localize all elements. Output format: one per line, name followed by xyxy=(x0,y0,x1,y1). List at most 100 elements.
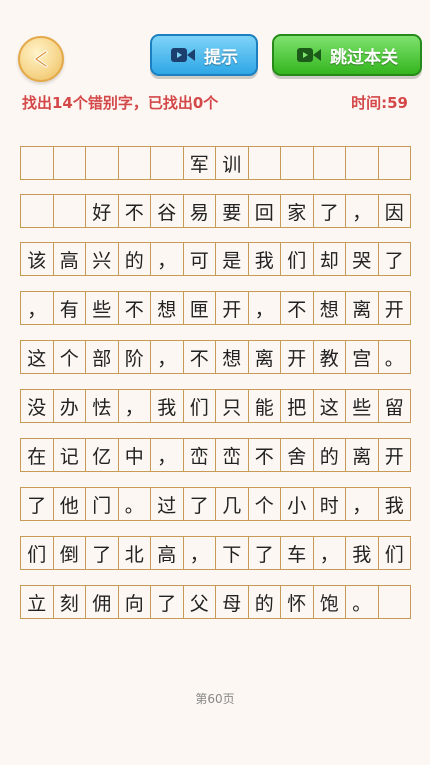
grid-cell[interactable]: 们 xyxy=(182,389,216,423)
grid-cell[interactable]: 有 xyxy=(52,291,86,325)
grid-cell[interactable]: 个 xyxy=(52,340,86,374)
grid-cell[interactable]: 不 xyxy=(280,291,314,325)
grid-cell[interactable]: 没 xyxy=(20,389,54,423)
grid-cell[interactable]: 个 xyxy=(247,487,281,521)
grid-cell[interactable] xyxy=(377,146,411,180)
grid-cell[interactable]: 记 xyxy=(52,438,86,472)
grid-cell[interactable] xyxy=(345,146,379,180)
grid-cell[interactable]: 因 xyxy=(377,194,411,228)
grid-cell[interactable]: 向 xyxy=(117,585,151,619)
grid-cell[interactable]: 把 xyxy=(280,389,314,423)
grid-cell[interactable]: 不 xyxy=(117,291,151,325)
grid-cell[interactable]: 些 xyxy=(345,389,379,423)
grid-cell[interactable]: 易 xyxy=(182,194,216,228)
grid-cell[interactable]: ， xyxy=(117,389,151,423)
grid-cell[interactable]: ， xyxy=(150,438,184,472)
grid-cell[interactable]: 要 xyxy=(215,194,249,228)
grid-cell[interactable]: 我 xyxy=(377,487,411,521)
grid-cell[interactable]: 立 xyxy=(20,585,54,619)
grid-cell[interactable]: 亿 xyxy=(85,438,119,472)
grid-cell[interactable]: ， xyxy=(150,242,184,276)
grid-cell[interactable]: 父 xyxy=(182,585,216,619)
grid-cell[interactable]: 过 xyxy=(150,487,184,521)
grid-cell[interactable]: 了 xyxy=(247,536,281,570)
grid-cell[interactable]: 门 xyxy=(85,487,119,521)
grid-cell[interactable]: 了 xyxy=(150,585,184,619)
grid-cell[interactable]: 却 xyxy=(312,242,346,276)
grid-cell[interactable]: 留 xyxy=(377,389,411,423)
grid-cell[interactable]: 峦 xyxy=(182,438,216,472)
grid-cell[interactable]: 家 xyxy=(280,194,314,228)
grid-cell[interactable]: 峦 xyxy=(215,438,249,472)
grid-cell[interactable]: 时 xyxy=(312,487,346,521)
grid-cell[interactable]: 倒 xyxy=(52,536,86,570)
grid-cell[interactable] xyxy=(377,585,411,619)
grid-cell[interactable]: 车 xyxy=(280,536,314,570)
grid-cell[interactable]: 高 xyxy=(52,242,86,276)
grid-cell[interactable]: 的 xyxy=(312,438,346,472)
grid-cell[interactable]: 开 xyxy=(377,291,411,325)
skip-level-button[interactable]: 跳过本关 xyxy=(272,34,422,76)
grid-cell[interactable]: 回 xyxy=(247,194,281,228)
grid-cell[interactable]: 匣 xyxy=(182,291,216,325)
grid-cell[interactable]: 北 xyxy=(117,536,151,570)
grid-cell[interactable]: 能 xyxy=(247,389,281,423)
grid-cell[interactable]: 。 xyxy=(117,487,151,521)
grid-cell[interactable]: 们 xyxy=(377,536,411,570)
grid-cell[interactable]: 办 xyxy=(52,389,86,423)
grid-cell[interactable] xyxy=(20,194,54,228)
grid-cell[interactable]: 他 xyxy=(52,487,86,521)
grid-cell[interactable]: 离 xyxy=(247,340,281,374)
grid-cell[interactable]: 我 xyxy=(150,389,184,423)
grid-cell[interactable]: 怯 xyxy=(85,389,119,423)
grid-cell[interactable]: 佣 xyxy=(85,585,119,619)
grid-cell[interactable]: 。 xyxy=(345,585,379,619)
grid-cell[interactable]: 是 xyxy=(215,242,249,276)
grid-cell[interactable]: 些 xyxy=(85,291,119,325)
grid-cell[interactable]: 刻 xyxy=(52,585,86,619)
grid-cell[interactable]: 了 xyxy=(377,242,411,276)
grid-cell[interactable] xyxy=(52,146,86,180)
grid-cell[interactable]: 谷 xyxy=(150,194,184,228)
grid-cell[interactable]: 阶 xyxy=(117,340,151,374)
grid-cell[interactable] xyxy=(150,146,184,180)
grid-cell[interactable]: 高 xyxy=(150,536,184,570)
grid-cell[interactable]: 这 xyxy=(312,389,346,423)
grid-cell[interactable]: 开 xyxy=(280,340,314,374)
grid-cell[interactable] xyxy=(85,146,119,180)
grid-cell[interactable]: 舍 xyxy=(280,438,314,472)
grid-cell[interactable]: ， xyxy=(247,291,281,325)
grid-cell[interactable]: 我 xyxy=(345,536,379,570)
grid-cell[interactable]: 想 xyxy=(215,340,249,374)
grid-cell[interactable]: 教 xyxy=(312,340,346,374)
grid-cell[interactable]: 了 xyxy=(312,194,346,228)
grid-cell[interactable]: 不 xyxy=(182,340,216,374)
grid-cell[interactable]: 部 xyxy=(85,340,119,374)
grid-cell[interactable] xyxy=(247,146,281,180)
grid-cell[interactable]: 怀 xyxy=(280,585,314,619)
grid-cell[interactable]: 离 xyxy=(345,438,379,472)
grid-cell[interactable]: 可 xyxy=(182,242,216,276)
grid-cell[interactable]: 们 xyxy=(20,536,54,570)
grid-cell[interactable]: 哭 xyxy=(345,242,379,276)
grid-cell[interactable]: 想 xyxy=(150,291,184,325)
grid-cell[interactable]: 宫 xyxy=(345,340,379,374)
grid-cell[interactable]: 的 xyxy=(117,242,151,276)
grid-cell[interactable]: 这 xyxy=(20,340,54,374)
grid-cell[interactable] xyxy=(52,194,86,228)
grid-cell[interactable]: 。 xyxy=(377,340,411,374)
grid-cell[interactable]: 中 xyxy=(117,438,151,472)
grid-cell[interactable]: 了 xyxy=(182,487,216,521)
grid-cell[interactable]: 的 xyxy=(247,585,281,619)
grid-cell[interactable]: 好 xyxy=(85,194,119,228)
grid-cell[interactable]: 开 xyxy=(377,438,411,472)
grid-cell[interactable]: 训 xyxy=(215,146,249,180)
grid-cell[interactable]: 小 xyxy=(280,487,314,521)
grid-cell[interactable] xyxy=(117,146,151,180)
grid-cell[interactable]: 下 xyxy=(215,536,249,570)
grid-cell[interactable]: 几 xyxy=(215,487,249,521)
grid-cell[interactable]: 了 xyxy=(20,487,54,521)
grid-cell[interactable]: 不 xyxy=(117,194,151,228)
grid-cell[interactable] xyxy=(20,146,54,180)
grid-cell[interactable]: 离 xyxy=(345,291,379,325)
